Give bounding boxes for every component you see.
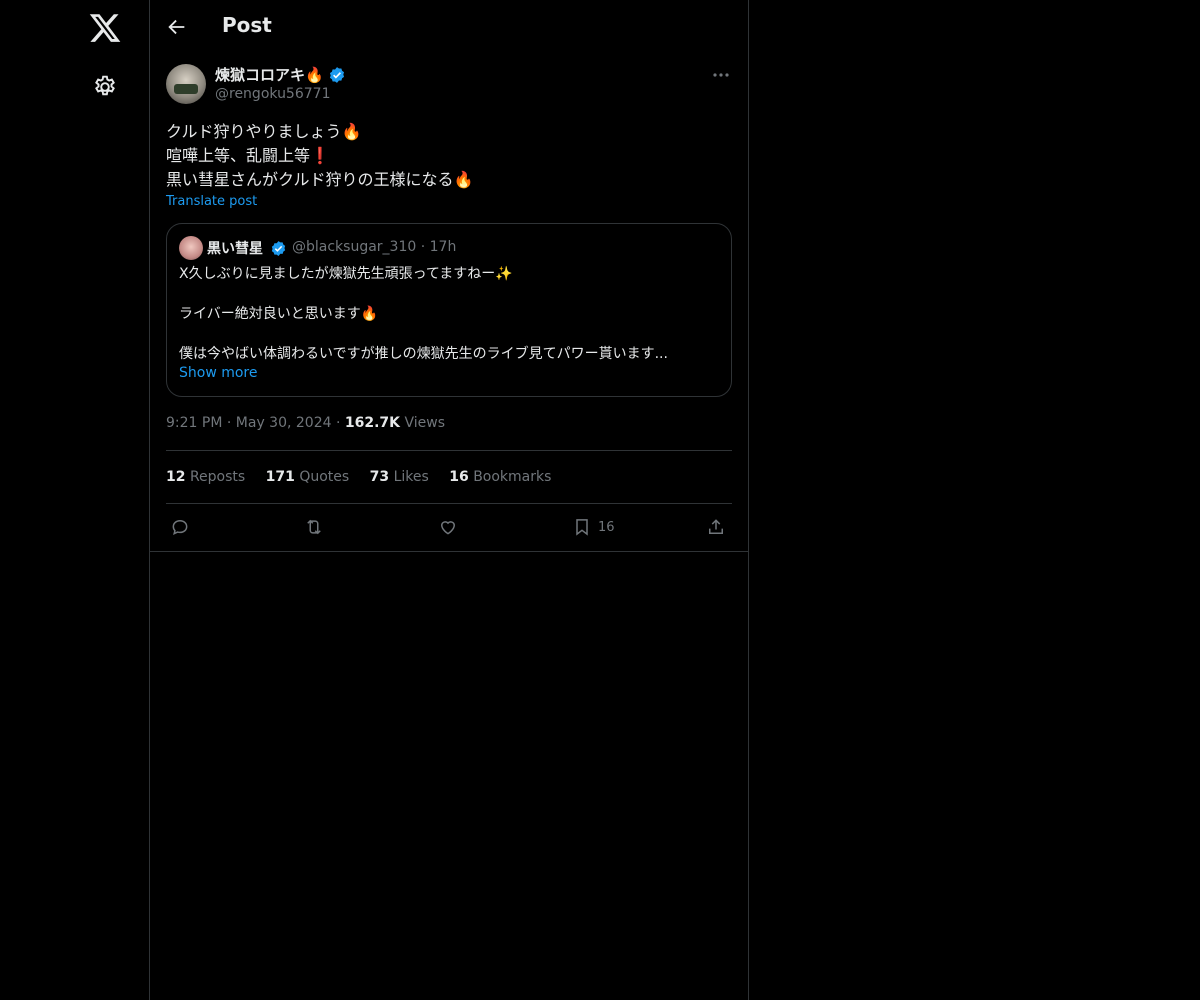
divider xyxy=(166,450,732,451)
header: Post xyxy=(150,0,748,53)
share-icon[interactable] xyxy=(706,516,726,538)
quote-line xyxy=(179,284,719,304)
quote-avatar xyxy=(179,236,203,260)
quote-text: X久しぶりに見ましたが煉獄先生頑張ってますねー✨ ライバー絶対良いと思います🔥 … xyxy=(179,264,719,364)
sidebar xyxy=(0,0,149,1000)
repost-icon[interactable] xyxy=(304,516,324,538)
show-more-link[interactable]: Show more xyxy=(179,365,258,381)
post-line: クルド狩りやりましょう🔥 xyxy=(166,122,362,141)
reply-icon[interactable] xyxy=(170,516,190,538)
quote-age: 17h xyxy=(429,239,457,255)
stat-reposts[interactable]: 12 Reposts xyxy=(166,469,245,485)
page-title: Post xyxy=(222,13,272,37)
author-name[interactable]: 煉獄コロアキ🔥 xyxy=(215,64,324,85)
bookmark-button[interactable]: 16 xyxy=(572,516,615,538)
post-meta: 9:21 PM · May 30, 2024 · 162.7K Views xyxy=(166,415,446,431)
author-name-text[interactable]: 煉獄コロアキ xyxy=(215,66,305,84)
main-column: Post 煉獄コロアキ🔥 @rengoku56771 クルド狩りやりましょう🔥 … xyxy=(149,0,749,1000)
x-logo-icon[interactable] xyxy=(88,11,122,45)
quote-meta: @blacksugar_310 · 17h xyxy=(292,239,457,255)
stat-likes[interactable]: 73 Likes xyxy=(370,469,429,485)
avatar[interactable] xyxy=(166,64,206,104)
post-text: クルド狩りやりましょう🔥 喧嘩上等、乱闘上等❗ 黒い彗星さんがクルド狩りの王様に… xyxy=(166,120,473,192)
post-line: 黒い彗星さんがクルド狩りの王様になる🔥 xyxy=(166,170,474,189)
post-line: 喧嘩上等、乱闘上等❗ xyxy=(166,146,330,165)
stat-quotes[interactable]: 171 Quotes xyxy=(266,469,350,485)
quote-author-handle: @blacksugar_310 xyxy=(292,239,417,255)
divider xyxy=(150,551,748,552)
stat-bookmarks[interactable]: 16 Bookmarks xyxy=(449,469,551,485)
views-label: Views xyxy=(404,415,446,431)
quote-line: 僕は今やばい体調わるいですが推しの煉獄先生のライブ見てパワー貰います... xyxy=(179,346,668,362)
verified-badge-icon xyxy=(270,240,287,257)
quote-line xyxy=(179,324,719,344)
post-time[interactable]: 9:21 PM xyxy=(166,415,222,431)
author-handle[interactable]: @rengoku56771 xyxy=(215,86,330,102)
action-bar: 16 xyxy=(166,512,732,542)
post-stats: 12 Reposts 171 Quotes 73 Likes 16 Bookma… xyxy=(166,469,567,485)
quote-line: X久しぶりに見ましたが煉獄先生頑張ってますねー✨ xyxy=(179,266,513,282)
back-arrow-icon[interactable] xyxy=(166,16,188,38)
quote-author-name: 黒い彗星 xyxy=(207,241,263,257)
author-name-emoji: 🔥 xyxy=(305,66,324,84)
verified-badge-icon xyxy=(328,66,346,84)
gear-icon[interactable] xyxy=(92,74,118,100)
post-date[interactable]: May 30, 2024 xyxy=(236,415,332,431)
more-icon[interactable] xyxy=(710,66,732,84)
bookmark-icon xyxy=(576,519,588,536)
bookmark-count: 16 xyxy=(598,519,615,535)
like-icon[interactable] xyxy=(438,516,458,538)
divider xyxy=(166,503,732,504)
quoted-post[interactable]: 黒い彗星 @blacksugar_310 · 17h X久しぶりに見ましたが煉獄… xyxy=(166,223,732,397)
translate-post-link[interactable]: Translate post xyxy=(166,194,257,209)
views-count: 162.7K xyxy=(344,415,401,431)
quote-line: ライバー絶対良いと思います🔥 xyxy=(179,306,379,322)
